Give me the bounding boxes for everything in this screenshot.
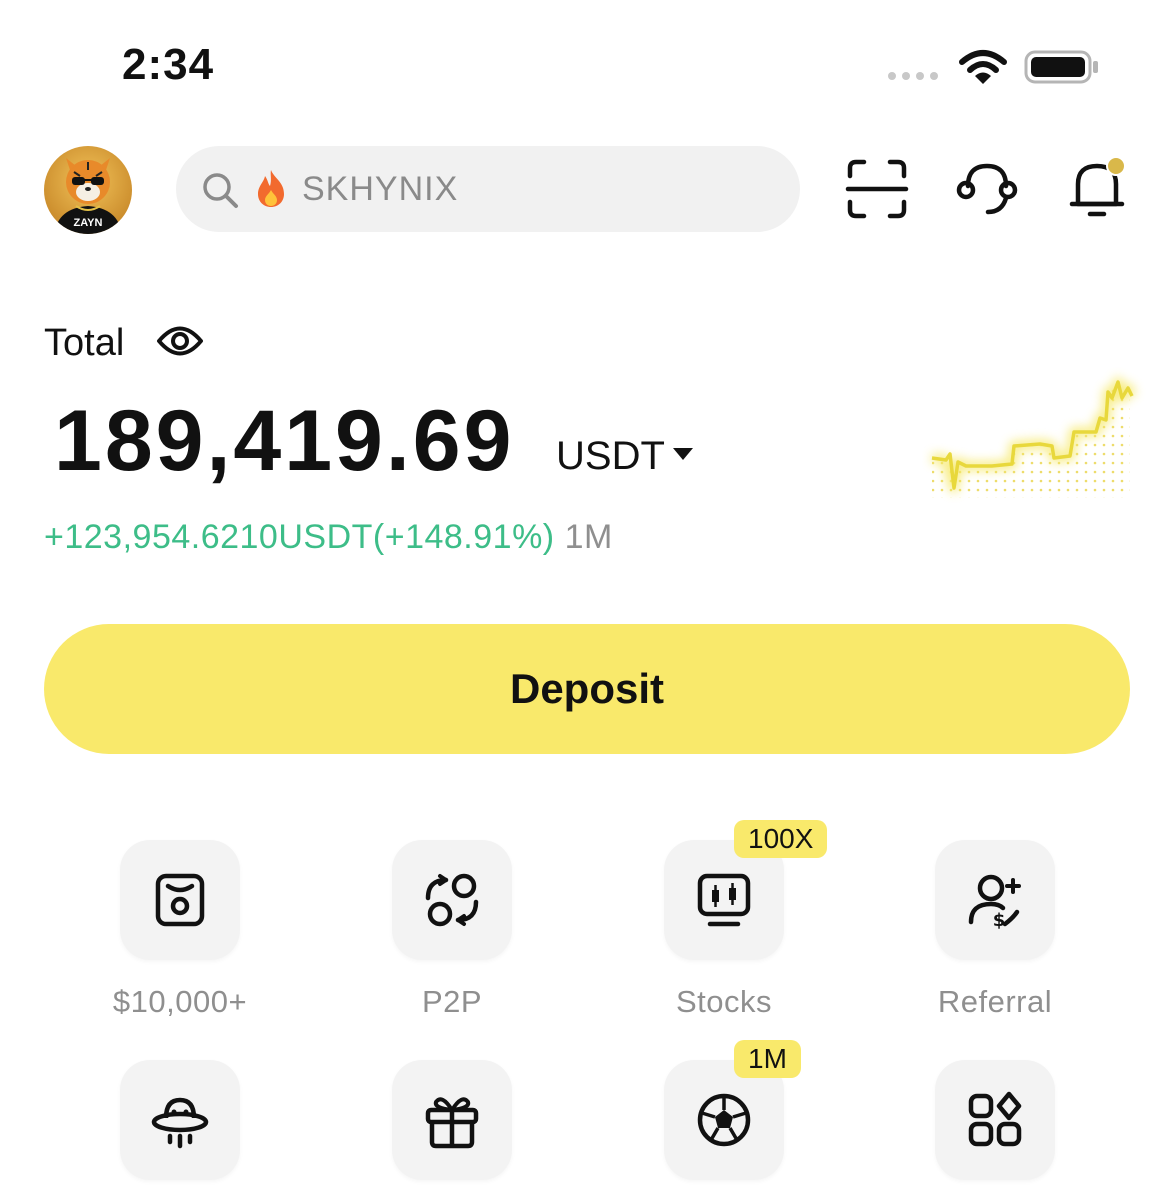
shortcut-sports[interactable] (664, 1060, 784, 1180)
p2p-exchange-icon (425, 873, 479, 927)
caret-down-icon[interactable] (672, 446, 694, 462)
shortcut-stocks[interactable] (664, 840, 784, 960)
status-time: 2:34 (122, 40, 215, 89)
profile-avatar[interactable]: ZAYN (44, 146, 132, 234)
sports-badge: 1M (734, 1040, 801, 1078)
vault-icon (155, 873, 205, 927)
stocks-monitor-icon (697, 873, 751, 927)
tiger-avatar-image: ZAYN (44, 146, 132, 234)
search-icon (203, 173, 238, 208)
pnl-line: +123,954.6210USDT(+148.91%) 1M (44, 518, 613, 557)
referral-user-icon: $ (968, 874, 1021, 931)
shortcut-referral[interactable]: $ (935, 840, 1055, 960)
soccer-ball-icon (697, 1093, 751, 1147)
shortcut-p2p[interactable] (392, 840, 512, 960)
search-placeholder: SKHYNIX (302, 170, 459, 208)
shortcut-label: Stocks (675, 984, 773, 1019)
wifi-icon (959, 50, 1007, 84)
scan-icon[interactable] (844, 156, 910, 222)
deposit-button[interactable]: Deposit (44, 624, 1130, 754)
shortcut-gift[interactable] (392, 1060, 512, 1180)
shortcut-label: P2P (421, 984, 483, 1019)
notification-bell-icon[interactable] (1064, 156, 1130, 222)
shortcut-vault[interactable] (120, 840, 240, 960)
customer-support-icon[interactable] (954, 156, 1020, 222)
stocks-badge: 100X (734, 820, 828, 858)
pnl-period: 1M (564, 518, 613, 556)
gift-icon (425, 1097, 479, 1149)
battery-icon (1024, 50, 1098, 84)
balance-sparkline[interactable] (922, 362, 1146, 510)
deposit-label: Deposit (509, 665, 664, 712)
shortcut-more[interactable] (935, 1060, 1055, 1180)
fire-icon (258, 170, 284, 207)
svg-text:$: $ (993, 910, 1006, 931)
shortcut-label: Referral (937, 984, 1053, 1019)
ufo-icon (151, 1097, 209, 1149)
avatar-text: ZAYN (74, 217, 103, 229)
search-bar[interactable]: SKHYNIX (176, 146, 800, 232)
pnl-change: +123,954.6210USDT(+148.91%) (44, 518, 555, 556)
notification-dot (1106, 156, 1126, 176)
currency-selector[interactable]: USDT (556, 434, 665, 479)
total-balance: 189,419.69 (54, 393, 515, 489)
eye-visibility-icon[interactable] (156, 320, 204, 362)
cellular-signal-icon (888, 72, 938, 80)
total-label: Total (44, 322, 125, 364)
shortcut-label: $10,000+ (112, 984, 248, 1019)
shortcut-ufo[interactable] (120, 1060, 240, 1180)
more-apps-icon (968, 1091, 1022, 1147)
